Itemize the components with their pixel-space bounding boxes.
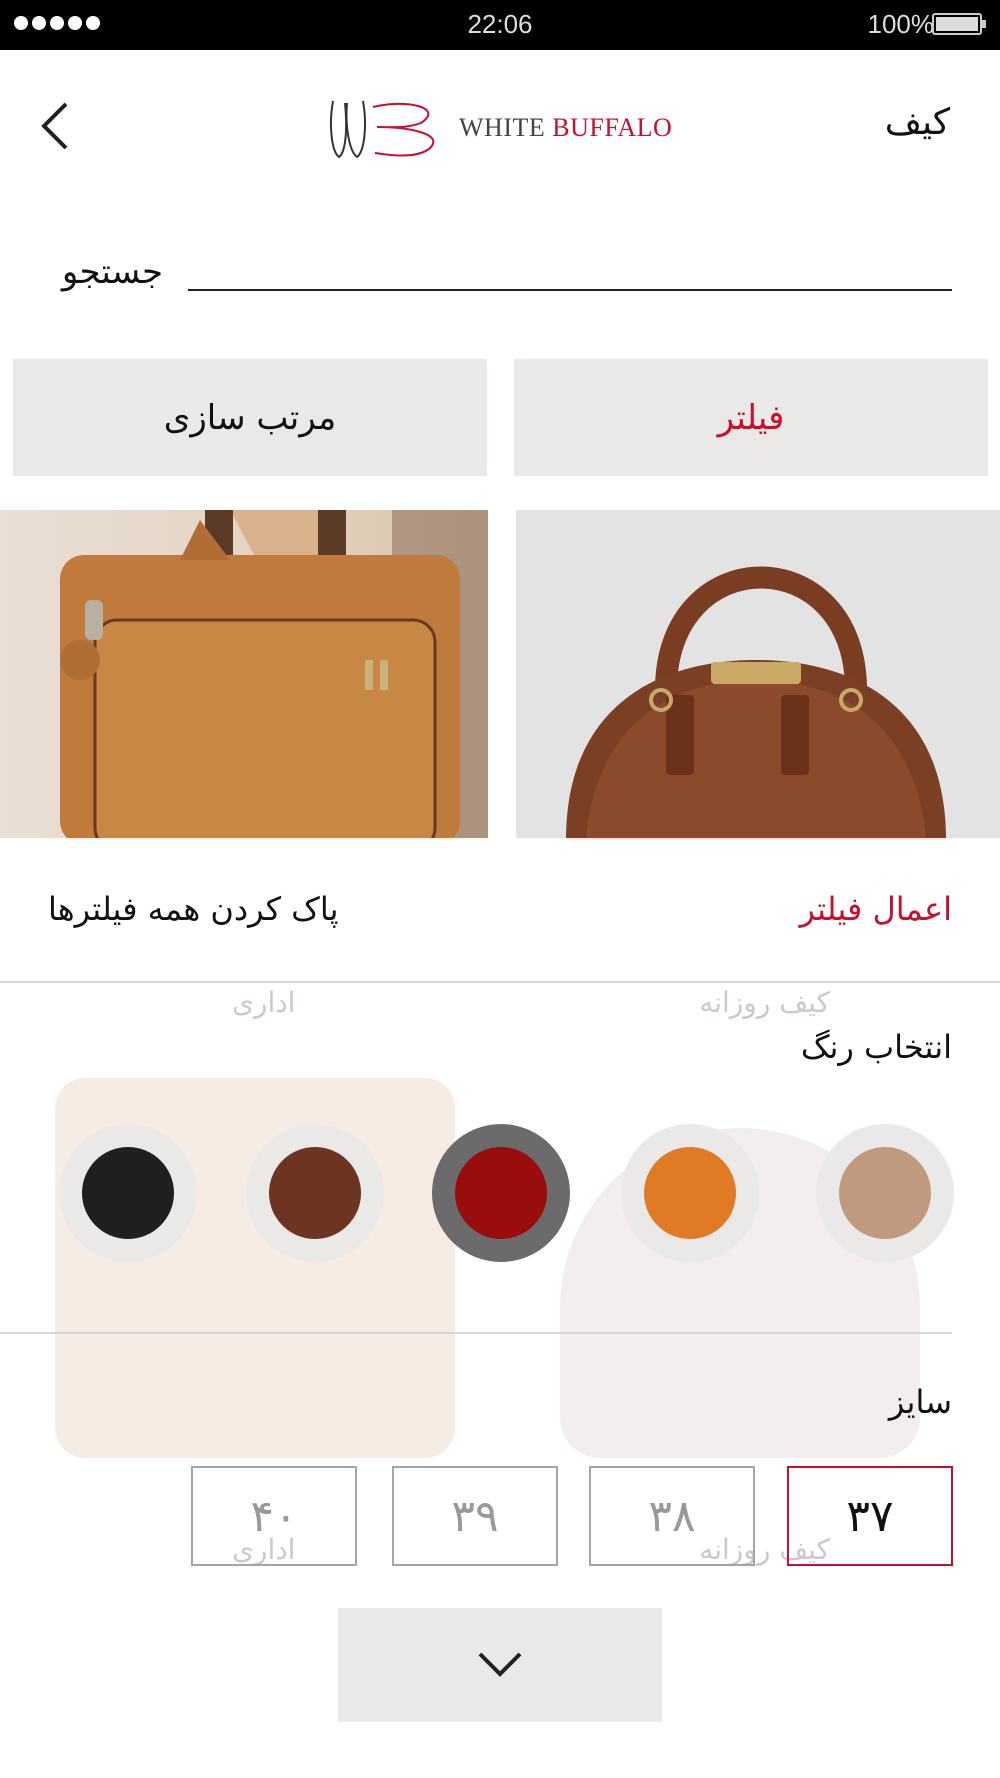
search-label: جستجو: [61, 252, 163, 292]
apply-filter-button[interactable]: اعمال فیلتر: [799, 890, 952, 928]
chevron-left-icon: [41, 102, 68, 150]
color-swatch-red[interactable]: [432, 1124, 570, 1262]
product-card-office-bag[interactable]: [0, 510, 488, 840]
swatch-fill: [839, 1147, 931, 1239]
divider: [0, 981, 1000, 983]
brand-monogram-icon: [330, 100, 435, 159]
page-title: کیف: [884, 102, 950, 143]
office-bag-image: [60, 510, 488, 840]
app-header: WHITE BUFFALO کیف: [0, 50, 1000, 200]
swatch-fill: [269, 1147, 361, 1239]
swatch-fill: [644, 1147, 736, 1239]
size-option-38[interactable]: ۳۸: [589, 1466, 755, 1566]
size-option-40[interactable]: ۴۰: [191, 1466, 357, 1566]
filter-panel: کیف روزانه اداری کیف روزانه اداری اعمال …: [0, 838, 1000, 1778]
color-swatch-orange[interactable]: [621, 1124, 759, 1262]
divider: [0, 1332, 952, 1334]
brand-name: WHITE BUFFALO: [459, 113, 672, 143]
product-card-daily-bag[interactable]: [516, 510, 1000, 840]
clear-all-filters-button[interactable]: پاک کردن همه فیلترها: [48, 890, 338, 928]
status-bar: 22:06 100%: [0, 0, 1000, 50]
filter-actions: اعمال فیلتر پاک کردن همه فیلترها: [0, 838, 1000, 983]
back-button[interactable]: [36, 100, 76, 152]
swatch-fill: [455, 1147, 547, 1239]
battery-icon: [932, 13, 986, 35]
color-swatch-beige[interactable]: [816, 1124, 954, 1262]
chevron-down-icon: [478, 1652, 522, 1677]
product-name-office-bag: اداری: [232, 986, 296, 1019]
daily-bag-image: [566, 566, 946, 840]
size-option-37[interactable]: ۳۷: [787, 1466, 953, 1566]
size-option-39[interactable]: ۳۹: [392, 1466, 558, 1566]
color-section-title: انتخاب رنگ: [800, 1028, 952, 1066]
color-swatch-brown[interactable]: [246, 1124, 384, 1262]
brand-word-buffalo: BUFFALO: [552, 113, 673, 142]
battery-percentage: 100%: [867, 9, 935, 39]
status-time: 22:06: [467, 9, 533, 39]
swatch-fill: [82, 1147, 174, 1239]
collapse-filter-button[interactable]: [338, 1608, 662, 1722]
brand-logo: WHITE BUFFALO: [325, 88, 685, 168]
product-name-daily-bag: کیف روزانه: [699, 986, 830, 1019]
brand-word-white: WHITE: [459, 113, 546, 142]
sort-button[interactable]: مرتب سازی: [13, 359, 487, 476]
search-input[interactable]: [188, 289, 952, 291]
filter-button[interactable]: فیلتر: [514, 359, 988, 476]
size-section-title: سایز: [888, 1383, 952, 1421]
color-swatch-black[interactable]: [59, 1124, 197, 1262]
